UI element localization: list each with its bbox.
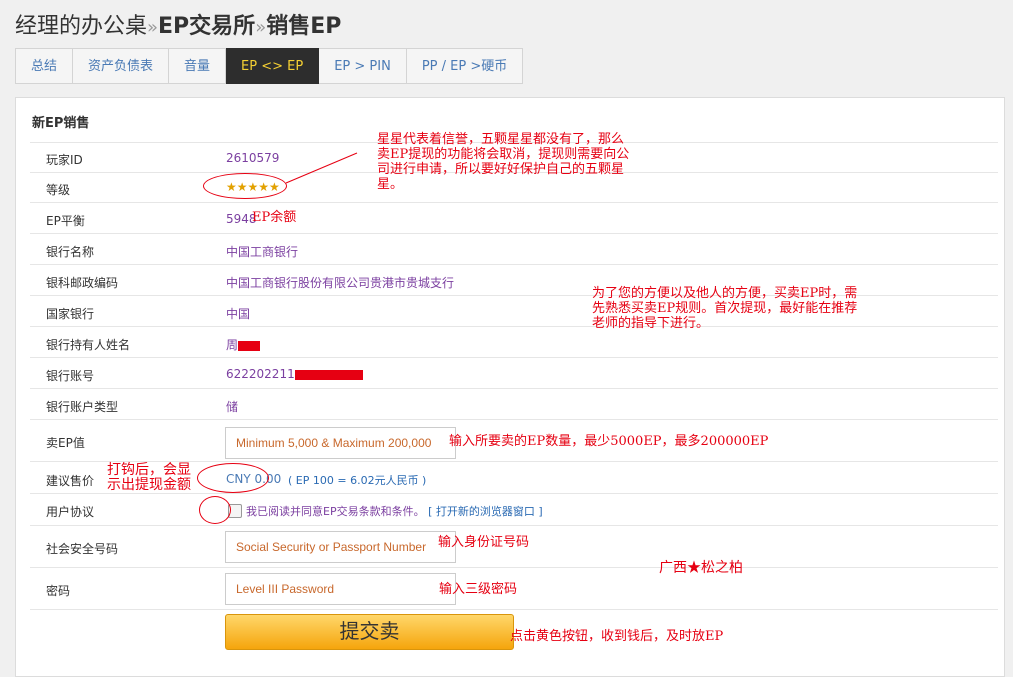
checkbox-highlight-oval [199, 496, 231, 524]
checkbox-annotation: 打钩后，会显示出提现金额 [107, 462, 191, 493]
password-annotation: 输入三级密码 [439, 582, 518, 597]
sell-annotation: 输入所要卖的EP数量，最少5000EP，最多200000EP [449, 434, 769, 449]
annotation-pointer-line [285, 152, 358, 184]
ssn-annotation: 输入身份证号码 [438, 535, 530, 550]
annotation-lines [285, 152, 358, 184]
stars-highlight-oval [203, 173, 287, 199]
price-highlight-oval [197, 463, 269, 493]
watermark: 广西★松之柏 [659, 560, 743, 576]
convenience-annotation: 为了您的方便以及他人的方便，买卖EP时，需先熟悉买卖EP规则。首次提现，最好能在… [592, 286, 858, 331]
stars-annotation: 星星代表着信誉，五颗星星都没有了，那么卖EP提现的功能将会取消，提现则需要向公司… [377, 132, 630, 192]
balance-annotation: EP余额 [252, 210, 297, 225]
submit-annotation: 点击黄色按钮，收到钱后，及时放EP [510, 629, 724, 644]
